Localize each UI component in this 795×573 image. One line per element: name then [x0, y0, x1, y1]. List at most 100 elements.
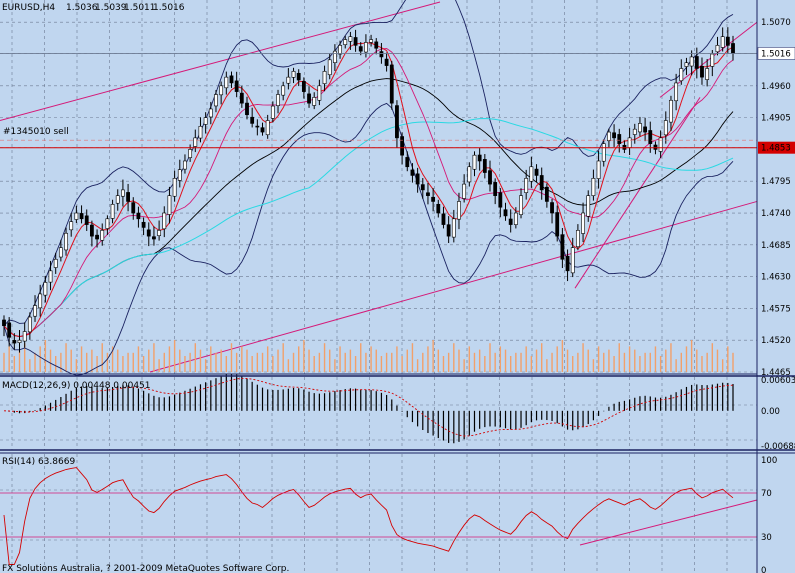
candle-body [581, 212, 585, 234]
candle-body [627, 137, 632, 148]
candle-body [33, 305, 37, 317]
candle-body [348, 36, 353, 42]
candle-body [467, 166, 472, 183]
candle-body [89, 224, 94, 237]
candle-body [617, 134, 622, 144]
candle-body [353, 37, 358, 46]
candle-body [524, 178, 529, 193]
candle-body [488, 170, 492, 185]
price-tick-label: 1.5070 [761, 18, 791, 28]
candle-body [291, 71, 296, 78]
candle-body [420, 184, 425, 191]
candle-body [431, 196, 436, 202]
candle-body [177, 169, 182, 181]
candle-body [534, 168, 539, 176]
candle-body [519, 195, 523, 215]
candle-body [648, 130, 653, 144]
candle-body [663, 120, 668, 136]
candle-body [64, 232, 68, 251]
candle-body [643, 126, 648, 133]
candle-body [632, 128, 637, 135]
candle-body [358, 46, 363, 52]
trading-chart[interactable]: 1.5070 1.5016 1.4960 1.4905 1.4853 1.4795 1.47… [0, 0, 795, 573]
candle-body [689, 56, 694, 67]
candle-body [131, 202, 136, 214]
candle-body [338, 45, 342, 55]
candle-body [705, 68, 710, 80]
candle-body [343, 39, 348, 45]
candle-body [224, 76, 229, 89]
candle-body [446, 224, 451, 237]
candle-body [472, 154, 477, 170]
rsi-tick-label: 100 [761, 456, 777, 466]
candle-body [260, 127, 265, 133]
candle-body [301, 81, 306, 92]
candle-body [48, 270, 53, 283]
price-tick-label: 1.4795 [761, 177, 791, 187]
candle-body [405, 157, 410, 168]
ohlc-close: 1.5016 [153, 3, 185, 13]
candle-body [152, 236, 156, 240]
candle-body [317, 85, 322, 101]
candle-body [79, 213, 84, 220]
candle-body [17, 339, 22, 343]
candle-body [415, 173, 420, 185]
price-tick-label: 1.4960 [761, 82, 791, 92]
candle-body [508, 218, 513, 225]
macd-tick-label: 0.00603 [761, 376, 795, 386]
order-label: #1345010 sell [3, 127, 69, 137]
candle-body [410, 169, 415, 176]
candle-body [100, 230, 105, 241]
candle-body [126, 192, 130, 202]
candle-body [332, 50, 337, 63]
candle-body [384, 58, 389, 66]
candle-body [638, 123, 642, 133]
candle-body [400, 136, 405, 156]
candle-body [172, 178, 177, 197]
macd-title: MACD(12,26,9) 0.00448 0.00451 [2, 381, 151, 391]
candle-body [544, 186, 549, 202]
candle-body [245, 102, 249, 116]
candle-body [374, 41, 379, 49]
candle-body [22, 331, 27, 342]
candle-body [95, 234, 99, 240]
candle-body [136, 212, 141, 220]
candle-body [513, 212, 518, 225]
candle-body [234, 80, 239, 92]
rsi-tick-label: 0 [761, 566, 766, 573]
candle-body [27, 316, 32, 333]
price-tick-label: 1.4740 [761, 209, 791, 219]
candle-body [457, 201, 461, 220]
candle-body [694, 56, 699, 69]
candle-body [43, 282, 48, 296]
candle-body [265, 120, 270, 136]
candle-body [53, 258, 58, 268]
chart-title: EURUSD,H4 [2, 3, 55, 13]
candle-body [250, 116, 255, 124]
candle-body [379, 51, 384, 58]
candle-body [307, 93, 311, 104]
candle-body [327, 59, 332, 76]
candle-body [601, 143, 606, 162]
candle-body [684, 62, 689, 67]
price-tick-label: 1.4685 [761, 241, 791, 251]
rsi-tick-label: 30 [761, 533, 772, 543]
candle-body [84, 215, 89, 225]
candle-body [364, 42, 368, 53]
candle-body [193, 137, 198, 147]
candle-body [203, 117, 208, 125]
candle-body [208, 108, 213, 118]
order-price-label: 1.4853 [761, 144, 791, 154]
candle-body [612, 132, 616, 139]
ohlc-low: 1.5011 [124, 3, 156, 13]
candle-body [146, 229, 151, 237]
candle-body [188, 149, 193, 158]
candle-body [451, 218, 456, 238]
candle-body [565, 255, 570, 272]
ohlc-high: 1.5039 [95, 3, 127, 13]
candle-body [115, 195, 120, 204]
price-tick-label: 1.4520 [761, 336, 791, 346]
candle-body [286, 76, 291, 84]
candle-body [38, 293, 43, 309]
price-tick-label: 1.4630 [761, 273, 791, 283]
